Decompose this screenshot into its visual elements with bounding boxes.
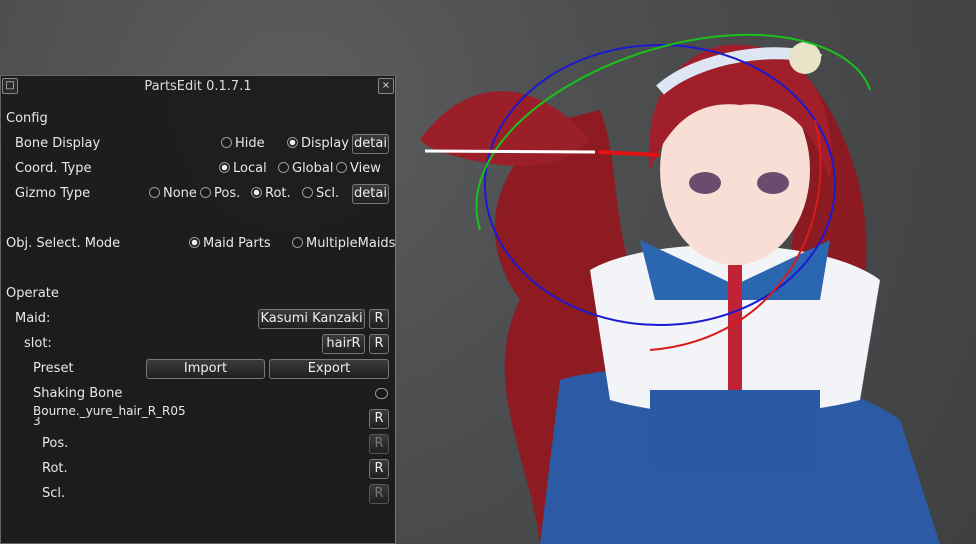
bone-reset-button[interactable]: R [369, 409, 389, 429]
bone-display-label: Bone Display [15, 136, 101, 151]
radio-maid-parts[interactable]: Maid Parts [189, 234, 271, 254]
scl-label: Scl. [42, 486, 66, 501]
radio-icon [336, 162, 347, 173]
import-button[interactable]: Import [146, 359, 265, 379]
slot-reset-button[interactable]: R [369, 334, 389, 354]
radio-icon [221, 137, 232, 148]
bone-name: Bourne._yure_hair_R_R05 [33, 404, 186, 418]
operate-header: Operate [6, 286, 59, 301]
eye-left [689, 172, 721, 194]
gizmo-type-label: Gizmo Type [15, 186, 91, 201]
radio-icon [292, 237, 303, 248]
radio-view[interactable]: View [336, 159, 381, 179]
window-title: PartsEdit 0.1.7.1 [144, 79, 252, 94]
hair-side-flow [420, 91, 590, 166]
corset [650, 390, 820, 470]
radio-pos[interactable]: Pos. [200, 184, 240, 204]
radio-multiple-maids[interactable]: MultipleMaids [292, 234, 395, 254]
radio-icon [302, 187, 313, 198]
radio-icon [219, 162, 230, 173]
radio-local[interactable]: Local [219, 159, 267, 179]
parts-edit-window: □ PartsEdit 0.1.7.1 × Config Bone Displa… [0, 75, 396, 544]
radio-icon [287, 137, 298, 148]
bone-white [424, 149, 596, 154]
maid-reset-button[interactable]: R [369, 309, 389, 329]
radio-hide[interactable]: Hide [221, 134, 265, 154]
radio-icon [200, 187, 211, 198]
obj-select-label: Obj. Select. Mode [6, 236, 121, 251]
radio-display[interactable]: Display [287, 134, 349, 154]
maid-select-button[interactable]: Kasumi Kanzaki [258, 309, 365, 329]
gizmo-detail-button[interactable]: detai [352, 184, 389, 204]
radio-scl[interactable]: Scl. [302, 184, 339, 204]
preset-label: Preset [33, 361, 74, 376]
title-bar[interactable]: □ PartsEdit 0.1.7.1 × [1, 76, 395, 98]
shaking-bone-toggle[interactable] [375, 388, 388, 399]
bone-name-wrap: 3 [33, 417, 41, 425]
rot-label: Rot. [42, 461, 68, 476]
pos-label: Pos. [42, 436, 69, 451]
maid-label: Maid: [15, 311, 51, 326]
slot-label: slot: [24, 336, 52, 351]
coord-type-label: Coord. Type [15, 161, 92, 176]
scl-reset-button[interactable]: R [369, 484, 389, 504]
radio-none[interactable]: None [149, 184, 197, 204]
radio-global[interactable]: Global [278, 159, 333, 179]
radio-icon [189, 237, 200, 248]
bone-detail-button[interactable]: detai [352, 134, 389, 154]
close-icon[interactable]: × [378, 78, 394, 94]
radio-icon [251, 187, 262, 198]
shaking-bone-label: Shaking Bone [33, 386, 123, 401]
rot-reset-button[interactable]: R [369, 459, 389, 479]
eye-right [757, 172, 789, 194]
config-header: Config [6, 111, 48, 126]
export-button[interactable]: Export [269, 359, 389, 379]
radio-icon [278, 162, 289, 173]
flower-ornament [789, 42, 821, 74]
radio-rot[interactable]: Rot. [251, 184, 291, 204]
radio-icon [149, 187, 160, 198]
slot-select-button[interactable]: hairR [322, 334, 365, 354]
pos-reset-button[interactable]: R [369, 434, 389, 454]
